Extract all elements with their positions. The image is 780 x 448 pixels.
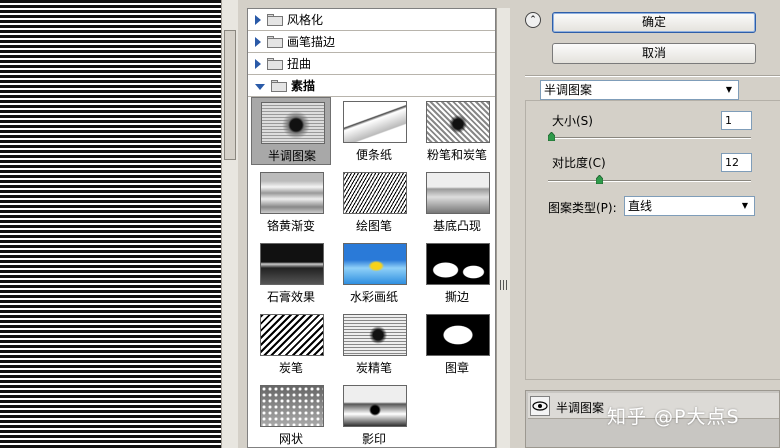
collapse-arrow-icon[interactable] <box>255 83 265 90</box>
expand-arrow-icon[interactable] <box>255 14 261 25</box>
category-distort[interactable]: 扭曲 <box>248 53 495 75</box>
thumbnail-image <box>260 243 324 285</box>
folder-icon <box>267 13 283 26</box>
thumbnail-image <box>426 243 490 285</box>
thumbnail-image <box>343 101 407 143</box>
thumbnail-label: 网状 <box>278 432 303 446</box>
contrast-label: 对比度(C) <box>552 156 606 170</box>
thumbnail-label: 炭精笔 <box>355 361 392 375</box>
category-label: 素描 <box>291 79 316 93</box>
eye-icon[interactable] <box>530 396 550 416</box>
thumbnail-label: 半调图案 <box>267 149 316 163</box>
size-slider-track[interactable] <box>548 137 751 139</box>
thumbnail-label: 基底凸现 <box>432 219 481 233</box>
thumbnail-image <box>343 385 407 427</box>
filter-thumb-stamp[interactable]: 图章 <box>417 310 495 378</box>
cancel-button[interactable]: 取消 <box>552 43 756 64</box>
thumbnail-label: 图章 <box>444 361 469 375</box>
thumbnail-image <box>426 101 490 143</box>
filter-thumb-charcoal[interactable]: 炭笔 <box>251 310 331 378</box>
filter-select[interactable]: 半调图案 ▼ <box>540 80 739 100</box>
category-label: 扭曲 <box>287 57 312 71</box>
category-stylize[interactable]: 风格化 <box>248 9 495 31</box>
thumbnail-image <box>426 172 490 214</box>
filter-thumb-bas-relief[interactable]: 基底凸现 <box>417 168 495 236</box>
contrast-slider-knob[interactable] <box>596 175 603 184</box>
folder-icon <box>267 35 283 48</box>
thumbnail-label: 绘图笔 <box>355 219 392 233</box>
thumbnail-image <box>343 314 407 356</box>
filter-thumb-graphic-pen[interactable]: 绘图笔 <box>334 168 414 236</box>
thumbnail-label: 铬黄渐变 <box>266 219 315 233</box>
splitter-grip-icon[interactable] <box>500 280 507 290</box>
expand-arrow-icon[interactable] <box>255 36 261 47</box>
thumbnail-label: 便条纸 <box>355 148 392 162</box>
filter-thumb-torn-edges[interactable]: 撕边 <box>417 239 495 307</box>
filter-thumb-reticulation[interactable]: 网状 <box>251 381 331 447</box>
thumbnail-image <box>426 314 490 356</box>
pattern-type-select[interactable]: 直线 ▼ <box>624 196 755 216</box>
ok-button[interactable]: 确定 <box>552 12 756 33</box>
thumbnail-image <box>260 385 324 427</box>
category-sketch[interactable]: 素描 <box>248 75 495 97</box>
filter-gallery: 风格化 画笔描边 扭曲 素描 半调图案 便条纸 粉笔和炭笔 铬黄渐变 绘图笔 基… <box>247 8 496 448</box>
preview-canvas <box>0 0 221 448</box>
filter-thumb-photocopy[interactable]: 影印 <box>334 381 414 447</box>
category-label: 风格化 <box>287 13 324 27</box>
thumbnail-image <box>343 243 407 285</box>
filter-thumb-plaster[interactable]: 石膏效果 <box>251 239 331 307</box>
size-label: 大小(S) <box>552 114 593 128</box>
preview-scrollbar[interactable] <box>221 0 238 448</box>
pattern-type-value: 直线 <box>628 199 653 213</box>
thumbnail-label: 粉笔和炭笔 <box>426 148 487 162</box>
effect-layer-name: 半调图案 <box>556 401 605 415</box>
category-label: 画笔描边 <box>287 35 336 49</box>
watermark: 知乎 @P大点S <box>607 406 740 428</box>
filter-thumb-halftone[interactable]: 半调图案 <box>251 97 331 165</box>
contrast-slider-track[interactable] <box>548 180 751 182</box>
pattern-type-label: 图案类型(P): <box>548 201 617 215</box>
filter-thumb-conte-crayon[interactable]: 炭精笔 <box>334 310 414 378</box>
filter-options-group <box>525 100 780 380</box>
thumbnail-label: 影印 <box>361 432 386 446</box>
filter-thumb-note-paper[interactable]: 便条纸 <box>334 97 414 165</box>
chevron-down-icon[interactable]: ▼ <box>738 199 752 213</box>
filter-thumb-chalk-charcoal[interactable]: 粉笔和炭笔 <box>417 97 495 165</box>
thumbnail-label: 撕边 <box>444 290 469 304</box>
gallery-scrollbar[interactable] <box>496 8 510 448</box>
size-slider-knob[interactable] <box>548 132 555 141</box>
thumbnail-image <box>261 102 325 144</box>
divider <box>525 75 780 77</box>
category-brush-strokes[interactable]: 画笔描边 <box>248 31 495 53</box>
size-input[interactable]: 1 <box>721 111 752 130</box>
folder-icon <box>267 57 283 70</box>
chevron-down-icon[interactable]: ▼ <box>722 83 736 97</box>
filter-options-panel: ⌃ 确定 取消 半调图案 ▼ 大小(S) 1 对比度(C) 12 图案类型(P)… <box>515 0 780 448</box>
thumbnail-image <box>343 172 407 214</box>
thumbnail-image <box>260 314 324 356</box>
preview-scrollbar-thumb[interactable] <box>224 30 236 160</box>
filter-select-value: 半调图案 <box>544 83 593 97</box>
contrast-input[interactable]: 12 <box>721 153 752 172</box>
thumbnail-label: 炭笔 <box>278 361 303 375</box>
thumbnail-image <box>260 172 324 214</box>
filter-thumb-chrome[interactable]: 铬黄渐变 <box>251 168 331 236</box>
expand-arrow-icon[interactable] <box>255 58 261 69</box>
filter-thumbnail-grid: 半调图案 便条纸 粉笔和炭笔 铬黄渐变 绘图笔 基底凸现 石膏效果 水彩画纸 撕… <box>248 97 495 447</box>
filter-thumb-water-paper[interactable]: 水彩画纸 <box>334 239 414 307</box>
double-chevron-up-icon[interactable]: ⌃ <box>525 12 541 28</box>
folder-open-icon <box>271 79 287 92</box>
thumbnail-label: 水彩画纸 <box>349 290 398 304</box>
thumbnail-label: 石膏效果 <box>266 290 315 304</box>
